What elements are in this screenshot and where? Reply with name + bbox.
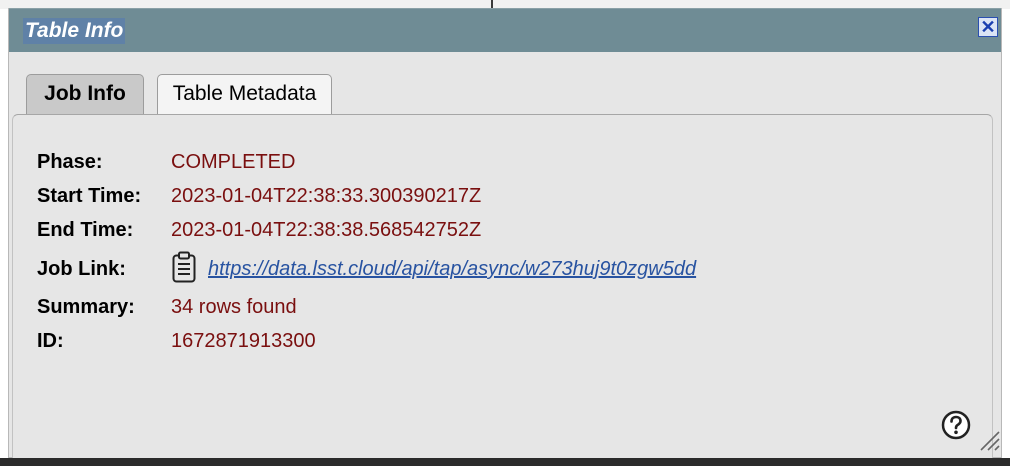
phase-label: Phase:	[37, 151, 103, 173]
phase-value: COMPLETED	[171, 151, 296, 173]
summary-value: 34 rows found	[171, 296, 297, 318]
resize-grip-icon[interactable]	[977, 428, 1001, 452]
id-label: ID:	[37, 330, 64, 352]
end-time-value: 2023-01-04T22:38:38.568542752Z	[171, 219, 482, 241]
dialog-title: Table Info	[23, 18, 126, 44]
background-bottom	[0, 458, 1010, 466]
start-time-value: 2023-01-04T22:38:33.300390217Z	[171, 185, 482, 207]
tab-job-info[interactable]: Job Info	[26, 74, 144, 115]
help-icon[interactable]	[941, 410, 971, 440]
table-info-dialog: Table Info ✕ Job Info Table Metadata Pha…	[8, 8, 1002, 458]
clipboard-icon[interactable]	[171, 251, 197, 283]
end-time-label: End Time:	[37, 219, 134, 241]
job-link[interactable]: https://data.lsst.cloud/api/tap/async/w2…	[208, 256, 696, 282]
summary-label: Summary:	[37, 296, 135, 318]
job-info-panel: Phase: COMPLETED Start Time: 2023-01-04T…	[12, 114, 993, 458]
id-value: 1672871913300	[171, 330, 316, 352]
job-link-label: Job Link:	[37, 258, 126, 280]
tab-table-metadata[interactable]: Table Metadata	[157, 74, 332, 115]
dialog-titlebar[interactable]: Table Info ✕	[9, 8, 1001, 52]
close-icon[interactable]: ✕	[978, 17, 998, 37]
start-time-label: Start Time:	[37, 185, 142, 207]
